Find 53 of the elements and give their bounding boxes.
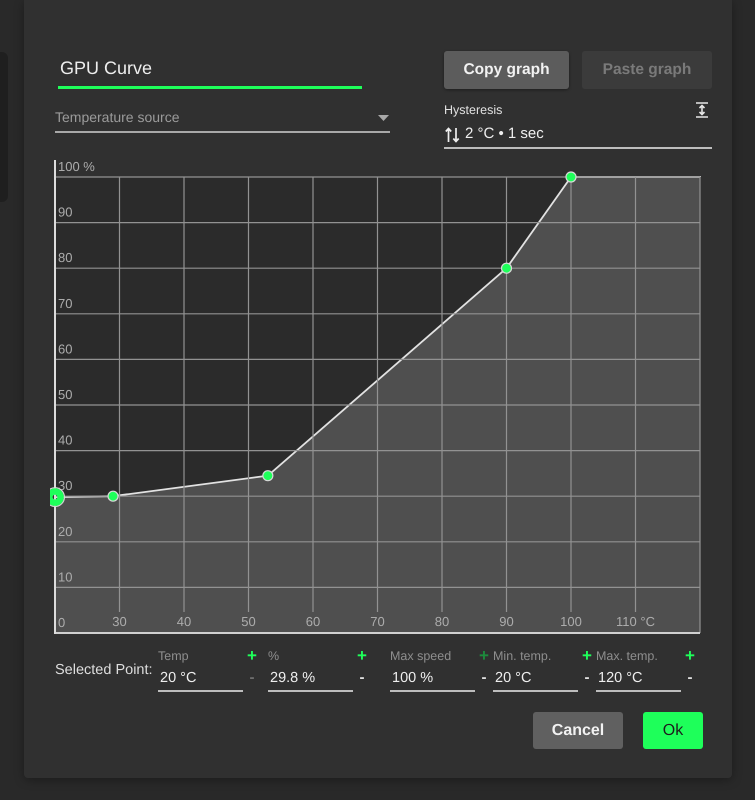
caret-icon — [378, 115, 389, 121]
minus-button[interactable]: - — [482, 670, 486, 686]
y-axis-label: 70 — [58, 296, 72, 311]
plus-button[interactable]: + — [685, 648, 695, 664]
x-axis-label: 80 — [434, 614, 450, 629]
selected-point-label: Selected Point: — [55, 661, 154, 680]
curve-point[interactable] — [107, 490, 119, 502]
x-axis-label: 30 — [112, 614, 127, 629]
x-axis-label: 110 °C — [616, 614, 655, 629]
plus-button[interactable]: + — [582, 648, 592, 664]
number-field[interactable]: 20 °C — [493, 666, 578, 692]
field-label: Temp — [158, 648, 190, 664]
field-label: Max. temp. — [596, 648, 659, 664]
minus-button[interactable]: - — [688, 670, 692, 686]
curve-name-field[interactable]: GPU Curve — [58, 51, 362, 89]
curve-point[interactable] — [500, 262, 512, 274]
temperature-source-dropdown[interactable]: Temperature source — [55, 103, 390, 133]
x-axis-label: 100 — [560, 614, 582, 629]
field-label: % — [268, 648, 280, 664]
ok-button[interactable]: Ok — [643, 712, 703, 749]
plus-button[interactable]: + — [247, 648, 257, 664]
minus-button[interactable]: - — [360, 670, 364, 686]
number-field[interactable]: 100 % — [390, 666, 475, 692]
x-axis-label: 40 — [176, 614, 192, 629]
minus-button[interactable]: - — [584, 670, 590, 686]
copy-graph-button[interactable]: Copy graph — [444, 51, 569, 89]
number-field[interactable]: 120 °C — [596, 666, 681, 692]
y-axis-label: 60 — [58, 341, 72, 356]
y-axis-label: 50 — [58, 387, 72, 402]
curve-point[interactable] — [262, 470, 274, 482]
plus-button[interactable]: + — [357, 648, 367, 664]
x-axis-label: 60 — [306, 614, 320, 629]
expand-vertical-icon[interactable] — [695, 102, 709, 118]
y-axis-label: 90 — [58, 204, 72, 220]
x-axis-label: 50 — [241, 614, 256, 629]
hysteresis-label: Hysteresis — [444, 102, 502, 119]
y-axis-label: 80 — [58, 250, 72, 266]
cancel-button[interactable]: Cancel — [533, 712, 623, 749]
up-down-arrows-icon — [445, 126, 460, 142]
x-axis-label: 70 — [370, 614, 385, 629]
number-field[interactable]: 29.8 % — [268, 666, 353, 692]
y-axis-label: 30 — [58, 478, 72, 494]
field-label: Max speed — [390, 648, 452, 664]
y-axis-label: 10 — [58, 569, 72, 584]
y-axis-label: 20 — [58, 524, 72, 539]
y-axis-label: 100 % — [58, 159, 95, 174]
y-axis-label: 0 — [58, 615, 66, 630]
number-field[interactable]: 20 °C — [158, 666, 243, 692]
curve-point[interactable] — [565, 171, 577, 183]
hysteresis-field[interactable]: 2 °C • 1 sec — [444, 122, 712, 149]
field-label: Min. temp. — [493, 648, 552, 664]
y-axis-label: 40 — [58, 432, 72, 448]
x-axis-label: 90 — [499, 614, 514, 629]
